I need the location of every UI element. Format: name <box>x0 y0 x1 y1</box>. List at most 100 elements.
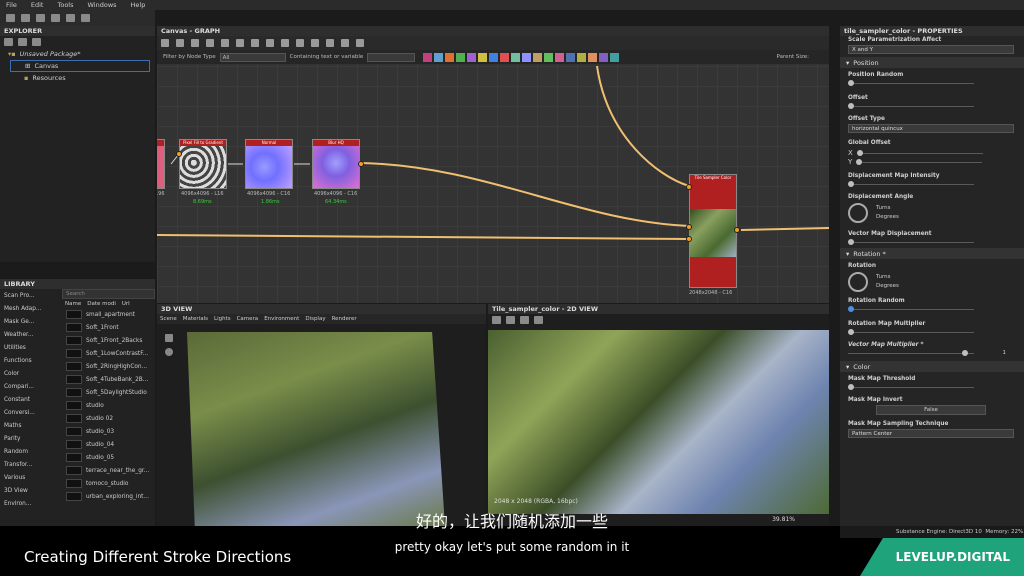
2d-preview-image[interactable] <box>488 330 829 514</box>
output-pin[interactable] <box>358 161 364 167</box>
camera-icon[interactable] <box>165 334 173 342</box>
library-category[interactable]: Maths <box>0 419 62 432</box>
library-item[interactable]: urban_exploring_int... <box>62 490 155 503</box>
export-icon[interactable] <box>534 316 543 324</box>
thumbnail-icon <box>66 336 82 345</box>
library-item[interactable]: studio_05 <box>62 451 155 464</box>
library-category[interactable]: Mask Ge... <box>0 315 62 328</box>
library-category[interactable]: Constant <box>0 393 62 406</box>
library-item[interactable]: small_apartment <box>62 308 155 321</box>
redo-icon[interactable] <box>81 14 90 22</box>
output-pin[interactable] <box>734 227 740 233</box>
menu-windows[interactable]: Windows <box>88 1 117 9</box>
global-offset-y-slider[interactable] <box>856 158 983 165</box>
new-package-icon[interactable] <box>4 38 13 46</box>
menu-file[interactable]: File <box>6 1 17 9</box>
offset-slider[interactable] <box>848 103 974 109</box>
view-3d-menu-item[interactable]: Display <box>305 316 325 322</box>
library-category[interactable]: Random <box>0 445 62 458</box>
3d-preview-plane[interactable] <box>187 332 445 526</box>
input-pin[interactable] <box>686 236 692 242</box>
rotation-dial-icon[interactable] <box>848 272 868 292</box>
view-3d-menu-item[interactable]: Lights <box>214 316 231 322</box>
import-icon[interactable] <box>32 38 41 46</box>
view-3d-menu-item[interactable]: Materials <box>183 316 208 322</box>
rotation-random-slider[interactable] <box>848 306 974 312</box>
mask-threshold-slider[interactable] <box>848 384 974 390</box>
library-item[interactable]: Soft_4TubeBank_2B... <box>62 373 155 386</box>
mask-invert-toggle[interactable]: False <box>876 405 986 415</box>
input-pin[interactable] <box>176 151 182 157</box>
library-category[interactable]: Functions <box>0 354 62 367</box>
library-item[interactable]: tomoco_studio <box>62 477 155 490</box>
node-blur-hq[interactable]: Blur HQ <box>312 139 360 189</box>
collapse-icon: ▾ <box>846 362 850 371</box>
col-url[interactable]: Url <box>122 301 130 307</box>
library-category[interactable]: Scan Pro... <box>0 289 62 302</box>
position-random-slider[interactable] <box>848 80 974 86</box>
rotation-map-mult-slider[interactable] <box>848 329 974 335</box>
library-category[interactable]: Mesh Adap... <box>0 302 62 315</box>
open-folder-icon[interactable] <box>36 14 45 22</box>
undo-icon[interactable] <box>66 14 75 22</box>
package-row[interactable]: ▾▪ Unsaved Package* <box>0 48 155 60</box>
menu-tools[interactable]: Tools <box>57 1 73 9</box>
library-category[interactable]: Transfor... <box>0 458 62 471</box>
library-item[interactable]: Soft_1LowContrastF... <box>62 347 155 360</box>
light-icon[interactable] <box>165 348 173 356</box>
scale-param-select[interactable]: X and Y <box>848 45 1014 54</box>
library-category[interactable]: Various <box>0 471 62 484</box>
library-item[interactable]: studio_03 <box>62 425 155 438</box>
library-category[interactable]: 3D View <box>0 484 62 497</box>
col-date[interactable]: Date modi <box>87 301 116 307</box>
input-pin[interactable] <box>686 224 692 230</box>
global-offset-x-slider[interactable] <box>856 149 983 156</box>
library-category[interactable]: Parity <box>0 432 62 445</box>
new-graph-icon[interactable] <box>21 14 30 22</box>
settings-icon[interactable] <box>520 316 529 324</box>
save-icon[interactable] <box>506 316 515 324</box>
offset-type-select[interactable]: horizontal quincux <box>848 124 1014 133</box>
library-item[interactable]: Soft_2RingHighCon... <box>62 360 155 373</box>
library-item[interactable]: studio <box>62 399 155 412</box>
save-icon[interactable] <box>51 14 60 22</box>
view-3d-menu-item[interactable]: Renderer <box>332 316 357 322</box>
library-category[interactable]: Weather... <box>0 328 62 341</box>
vector-disp-slider[interactable] <box>848 239 974 245</box>
angle-dial-icon[interactable] <box>848 203 868 223</box>
vector-map-mult-slider[interactable] <box>848 350 974 356</box>
library-item[interactable]: Soft_1Front <box>62 321 155 334</box>
library-item[interactable]: terrace_near_the_gr... <box>62 464 155 477</box>
library-category[interactable]: Utilities <box>0 341 62 354</box>
menu-help[interactable]: Help <box>131 1 146 9</box>
view-3d-menu-item[interactable]: Camera <box>237 316 259 322</box>
node-normal[interactable]: Normal <box>245 139 293 189</box>
section-color[interactable]: ▾ Color <box>840 361 1024 372</box>
input-pin[interactable] <box>686 184 692 190</box>
link-icon[interactable] <box>18 38 27 46</box>
section-rotation[interactable]: ▾ Rotation * <box>840 248 1024 259</box>
library-category[interactable]: Conversi... <box>0 406 62 419</box>
col-name[interactable]: Name <box>65 301 81 307</box>
node-pixel-fill[interactable]: Pixel Fill to Gradient <box>179 139 227 189</box>
library-item[interactable]: Soft_1Front_2Backs <box>62 334 155 347</box>
properties-title: tile_sampler_color - PROPERTIES <box>840 26 1024 36</box>
library-category[interactable]: Compari... <box>0 380 62 393</box>
mask-sampling-select[interactable]: Pattern Center <box>848 429 1014 438</box>
library-item[interactable]: Soft_5DaylightStudio <box>62 386 155 399</box>
library-search-input[interactable]: Search <box>62 289 155 299</box>
view-3d-menu-item[interactable]: Scene <box>160 316 177 322</box>
new-file-icon[interactable] <box>6 14 15 22</box>
menu-edit[interactable]: Edit <box>31 1 44 9</box>
copy-icon[interactable] <box>492 316 501 324</box>
library-category[interactable]: Color <box>0 367 62 380</box>
library-item[interactable]: studio 02 <box>62 412 155 425</box>
node-tile-sampler-color[interactable]: Tile Sampler Color <box>689 174 737 288</box>
tree-item-canvas[interactable]: ⊞ Canvas <box>10 60 150 72</box>
tree-item-resources[interactable]: ▪ Resources <box>10 72 155 84</box>
library-item[interactable]: studio_04 <box>62 438 155 451</box>
node-partial[interactable] <box>157 139 165 189</box>
view-3d-menu-item[interactable]: Environment <box>264 316 299 322</box>
section-position[interactable]: ▾ Position <box>840 57 1024 68</box>
disp-intensity-slider[interactable] <box>848 181 974 187</box>
